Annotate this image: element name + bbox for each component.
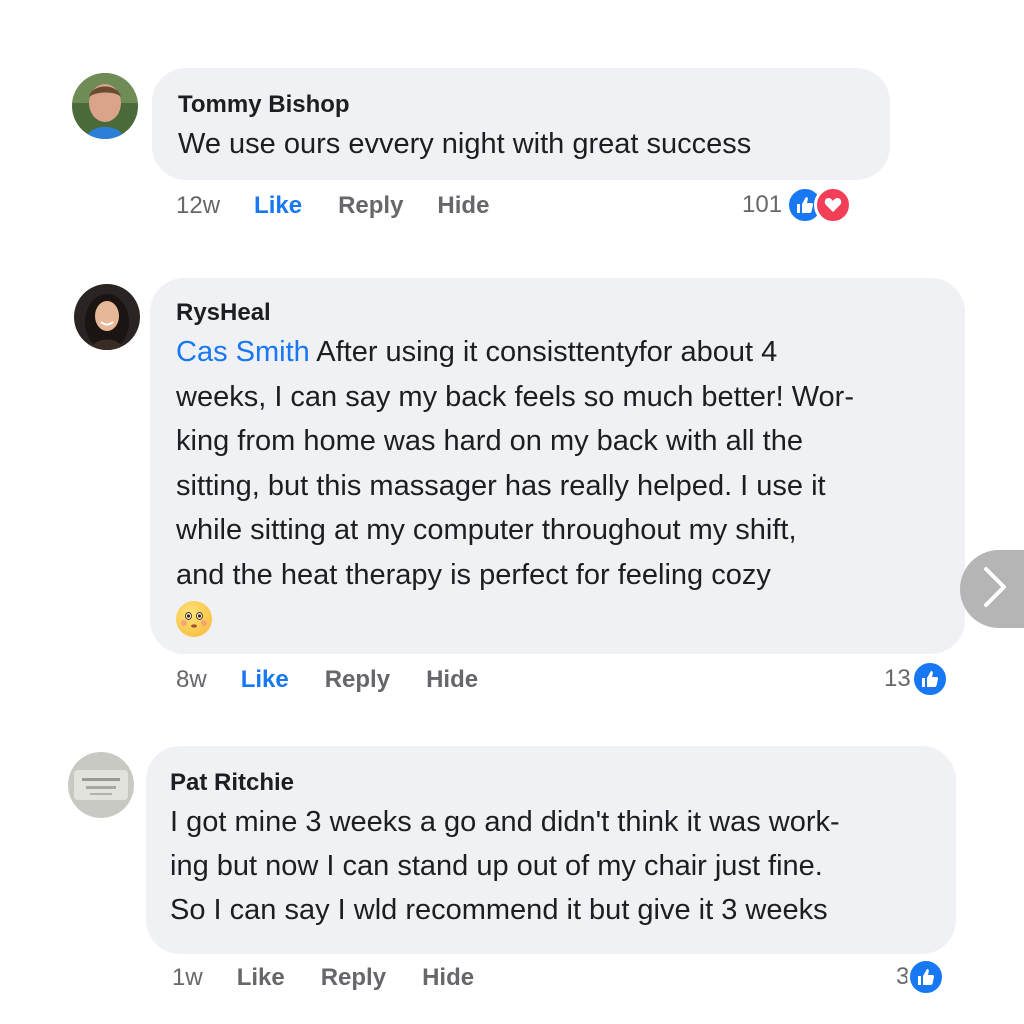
like-icon [910, 660, 949, 698]
comment-text: We use ours evvery night with great succ… [178, 128, 752, 160]
heart-icon [814, 186, 853, 224]
reaction-summary[interactable]: 13 [884, 660, 949, 698]
comment-text: Cas Smith After using it consisttentyfor… [176, 330, 939, 597]
comment-body: After using it consisttentyfor about 4 w… [176, 336, 854, 591]
hide-button[interactable]: Hide [426, 666, 478, 694]
like-button[interactable]: Like [241, 666, 289, 694]
like-button[interactable]: Like [237, 964, 285, 992]
reply-button[interactable]: Reply [325, 666, 390, 694]
comment-timestamp[interactable]: 12w [176, 192, 220, 220]
reaction-count: 101 [742, 191, 783, 218]
avatar[interactable] [74, 284, 140, 350]
comment-bubble: Pat Ritchie I got mine 3 weeks a go and … [146, 746, 956, 954]
reaction-summary[interactable]: 101 [742, 186, 853, 224]
like-button[interactable]: Like [254, 192, 302, 220]
hide-button[interactable]: Hide [437, 192, 489, 220]
reaction-summary[interactable]: 3 [896, 958, 946, 996]
comment-author[interactable]: RysHeal [176, 298, 939, 328]
reply-button[interactable]: Reply [338, 192, 403, 220]
comment-author[interactable]: Tommy Bishop [178, 90, 864, 120]
chevron-right-icon [978, 565, 1010, 614]
comment-author[interactable]: Pat Ritchie [170, 768, 930, 798]
avatar[interactable] [72, 73, 138, 139]
comment-bubble: RysHeal Cas Smith After using it consist… [150, 278, 965, 654]
comment-actions: 12w Like Reply Hide [176, 192, 489, 220]
hide-button[interactable]: Hide [422, 964, 474, 992]
next-button[interactable] [960, 550, 1024, 628]
comment-timestamp[interactable]: 1w [172, 964, 203, 992]
comment-bubble: Tommy Bishop We use ours evvery night wi… [152, 68, 890, 180]
comment-text: I got mine 3 weeks a go and didn't think… [170, 806, 840, 926]
comment-actions: 1w Like Reply Hide [172, 964, 474, 992]
reaction-count: 13 [884, 665, 911, 692]
mention-link[interactable]: Cas Smith [176, 336, 310, 368]
comment-actions: 8w Like Reply Hide [176, 666, 478, 694]
like-icon [907, 958, 946, 996]
reply-button[interactable]: Reply [321, 964, 386, 992]
comment-timestamp[interactable]: 8w [176, 666, 207, 694]
smiling-face-emoji [176, 601, 212, 637]
avatar[interactable] [68, 752, 134, 818]
